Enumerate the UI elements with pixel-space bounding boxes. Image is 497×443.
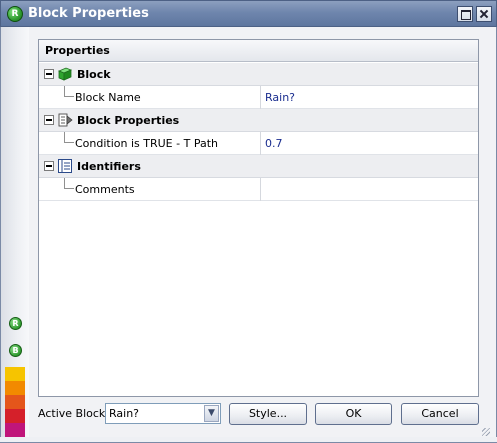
block-properties-icon — [58, 113, 73, 127]
category-block-properties[interactable]: Block Properties — [39, 109, 478, 132]
column-divider[interactable] — [260, 178, 261, 201]
collapse-icon[interactable] — [44, 161, 54, 171]
property-name: Block Name — [75, 91, 141, 104]
property-row-condition[interactable]: Condition is TRUE - T Path 0.7 — [39, 132, 478, 155]
category-identifiers[interactable]: Identifiers — [39, 155, 478, 178]
category-block[interactable]: Block — [39, 63, 478, 86]
category-label: Block — [77, 68, 111, 81]
category-label: Block Properties — [77, 114, 180, 127]
property-value[interactable]: 0.7 — [265, 137, 283, 150]
rail-b-icon[interactable]: B — [9, 344, 22, 357]
chevron-down-icon[interactable]: ▼ — [204, 405, 219, 422]
rail-stripe-yellow — [5, 367, 25, 381]
active-block-value: Rain? — [109, 407, 140, 420]
left-rail: R B — [0, 27, 29, 443]
close-button[interactable] — [476, 6, 492, 22]
cancel-button[interactable]: Cancel — [401, 403, 479, 425]
property-name: Condition is TRUE - T Path — [75, 137, 218, 150]
collapse-icon[interactable] — [44, 115, 54, 125]
bottom-frame — [0, 437, 497, 443]
rail-stripe-magenta — [5, 423, 25, 437]
grid-header: Properties — [39, 40, 478, 62]
rail-stripe-red-orange — [5, 395, 25, 409]
property-value[interactable]: Rain? — [265, 91, 295, 104]
green-cube-icon — [57, 67, 73, 81]
tree-connector — [64, 86, 74, 97]
rail-stripe-red — [5, 409, 25, 423]
column-divider[interactable] — [260, 86, 261, 109]
category-label: Identifiers — [77, 160, 141, 173]
property-row-comments[interactable]: Comments — [39, 178, 478, 201]
ok-button[interactable]: OK — [315, 403, 392, 425]
window-title: Block Properties — [28, 6, 149, 21]
maximize-button[interactable] — [457, 6, 473, 22]
identifiers-list-icon — [58, 159, 72, 173]
tree-connector — [64, 132, 74, 143]
title-bar[interactable]: R Block Properties — [0, 0, 497, 27]
app-icon[interactable]: R — [7, 6, 23, 22]
right-frame — [490, 27, 497, 443]
resize-grip[interactable] — [482, 428, 490, 436]
active-block-select[interactable]: Rain? ▼ — [105, 403, 221, 424]
property-row-block-name[interactable]: Block Name Rain? — [39, 86, 478, 109]
collapse-icon[interactable] — [44, 69, 54, 79]
column-divider[interactable] — [260, 132, 261, 155]
properties-grid[interactable]: Properties Block Block Name Rain? Block … — [38, 39, 479, 397]
rail-stripe-orange — [5, 381, 25, 395]
property-name: Comments — [75, 183, 135, 196]
active-block-label: Active Block — [38, 407, 106, 420]
tree-connector — [64, 178, 74, 189]
style-button[interactable]: Style... — [229, 403, 307, 425]
rail-r-icon[interactable]: R — [9, 317, 22, 330]
